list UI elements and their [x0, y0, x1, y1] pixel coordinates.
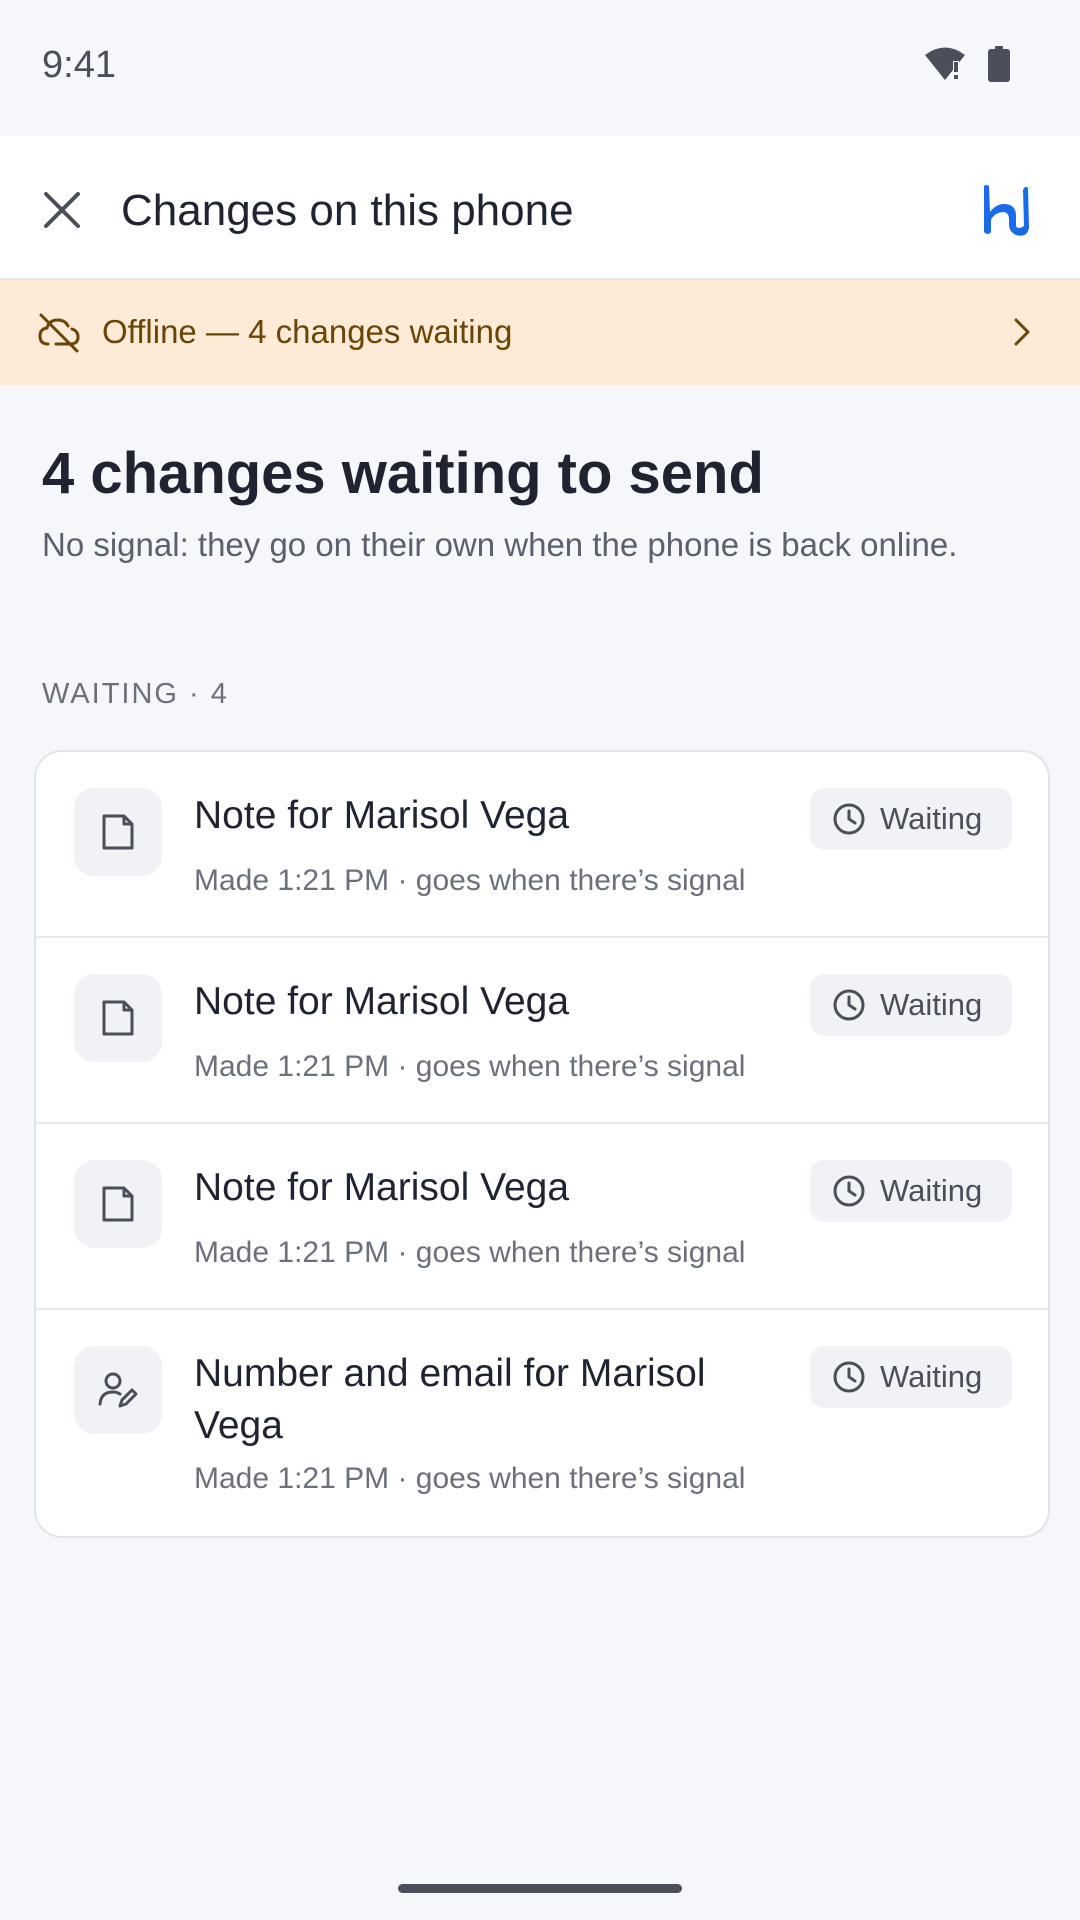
item-icon-box	[74, 1160, 162, 1248]
item-icon-box	[74, 1346, 162, 1434]
home-indicator[interactable]	[398, 1884, 682, 1893]
list-item[interactable]: Note for Marisol Vega Made 1:21 PM · goe…	[36, 752, 1048, 938]
status-badge-label: Waiting	[880, 1359, 983, 1394]
clock-icon	[833, 803, 865, 835]
note-icon	[102, 1186, 134, 1222]
item-icon-box	[74, 974, 162, 1062]
main-subheading: No signal: they go on their own when the…	[42, 526, 958, 563]
main-heading: 4 changes waiting to send	[42, 441, 764, 506]
item-title: Note for Marisol Vega	[194, 1166, 570, 1209]
list-item[interactable]: Number and email for Marisol Vega Made 1…	[36, 1310, 1048, 1536]
contact-edit-icon	[98, 1372, 138, 1408]
status-badge: Waiting	[810, 1346, 1012, 1408]
status-bar: 9:41	[0, 0, 1080, 136]
status-time: 9:41	[42, 44, 116, 86]
status-badge: Waiting	[810, 1160, 1012, 1222]
brand-logo-icon	[984, 185, 1029, 236]
clock-icon	[833, 1175, 865, 1207]
item-icon-box	[74, 788, 162, 876]
status-icons	[924, 46, 1010, 82]
offline-banner[interactable]: Offline — 4 changes waiting	[0, 280, 1080, 385]
offline-banner-text: Offline — 4 changes waiting	[102, 313, 513, 350]
app-bar: Changes on this phone	[0, 136, 1080, 280]
item-title: Note for Marisol Vega	[194, 794, 570, 837]
clock-icon	[833, 989, 865, 1021]
section-label-waiting: WAITING · 4	[42, 678, 229, 710]
status-badge-label: Waiting	[880, 1173, 983, 1208]
close-icon[interactable]	[36, 184, 88, 236]
chevron-right-icon	[1014, 318, 1030, 346]
waiting-changes-list: Note for Marisol Vega Made 1:21 PM · goe…	[34, 750, 1050, 1538]
clock-icon	[833, 1361, 865, 1393]
wifi-alert-icon	[925, 47, 965, 80]
status-badge-label: Waiting	[880, 801, 983, 836]
item-meta: Made 1:21 PM · goes when there’s signal	[194, 1050, 746, 1083]
list-item[interactable]: Note for Marisol Vega Made 1:21 PM · goe…	[36, 1124, 1048, 1310]
note-icon	[102, 1000, 134, 1036]
status-badge: Waiting	[810, 788, 1012, 850]
item-meta: Made 1:21 PM · goes when there’s signal	[194, 1236, 746, 1269]
status-badge: Waiting	[810, 974, 1012, 1036]
item-title: Note for Marisol Vega	[194, 980, 570, 1023]
battery-icon	[988, 46, 1010, 82]
cloud-off-icon	[38, 313, 80, 353]
status-badge-label: Waiting	[880, 987, 983, 1022]
list-item[interactable]: Note for Marisol Vega Made 1:21 PM · goe…	[36, 938, 1048, 1124]
note-icon	[102, 814, 134, 850]
page-title: Changes on this phone	[121, 186, 574, 235]
item-meta: Made 1:21 PM · goes when there’s signal	[194, 1462, 746, 1495]
item-title: Number and email for Marisol Vega	[194, 1352, 706, 1447]
item-meta: Made 1:21 PM · goes when there’s signal	[194, 864, 746, 897]
